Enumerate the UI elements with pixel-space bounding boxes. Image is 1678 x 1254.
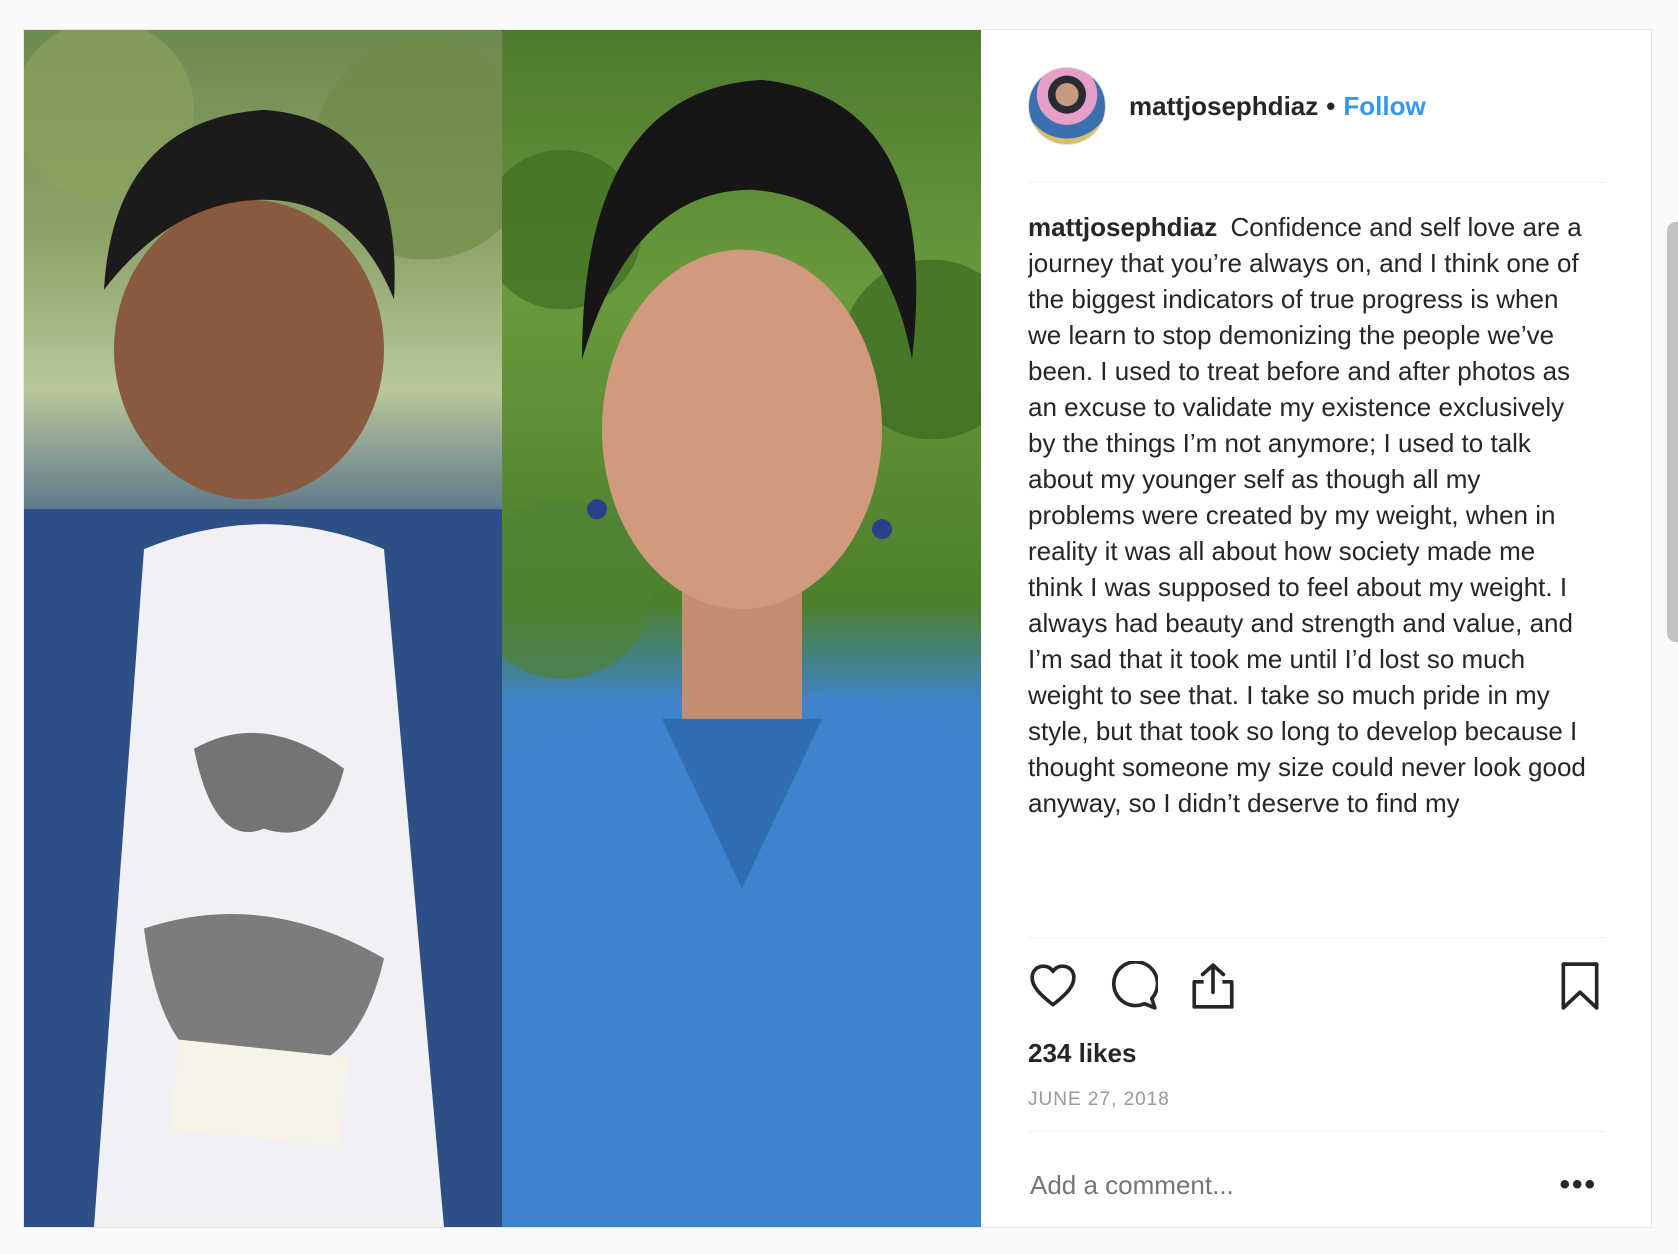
post-sidebar: mattjosephdiaz • Follow mattjosephdiaz C…: [981, 30, 1678, 1227]
separator-dot: •: [1326, 90, 1336, 121]
after-photo: [502, 30, 981, 1227]
comment-input[interactable]: [1028, 1168, 1512, 1202]
post-media: [24, 30, 981, 1227]
bookmark-icon[interactable]: [1555, 961, 1605, 1011]
before-photo: [24, 30, 502, 1227]
caption: mattjosephdiaz Confidence and self love …: [1028, 183, 1588, 821]
heart-icon[interactable]: [1028, 961, 1078, 1011]
action-bar: [1028, 938, 1605, 1034]
more-options-icon[interactable]: •••: [1559, 1168, 1597, 1202]
comment-row: •••: [1028, 1132, 1605, 1238]
caption-username[interactable]: mattjosephdiaz: [1028, 212, 1217, 242]
post-header: mattjosephdiaz • Follow: [1028, 30, 1605, 183]
share-icon[interactable]: [1188, 961, 1238, 1011]
header-text: mattjosephdiaz • Follow: [1129, 91, 1426, 122]
caption-scrollbar[interactable]: [1667, 222, 1678, 642]
instagram-post: mattjosephdiaz • Follow mattjosephdiaz C…: [23, 29, 1678, 1228]
caption-area[interactable]: mattjosephdiaz Confidence and self love …: [1028, 183, 1605, 938]
caption-text: Confidence and self love are a journey t…: [1028, 212, 1586, 818]
comment-icon[interactable]: [1108, 961, 1158, 1011]
post-date: JUNE 27, 2018: [1028, 1089, 1605, 1132]
likes-count[interactable]: 234 likes: [1028, 1038, 1605, 1069]
header-username[interactable]: mattjosephdiaz: [1129, 91, 1318, 122]
avatar[interactable]: [1028, 67, 1106, 145]
follow-button[interactable]: Follow: [1343, 91, 1425, 122]
